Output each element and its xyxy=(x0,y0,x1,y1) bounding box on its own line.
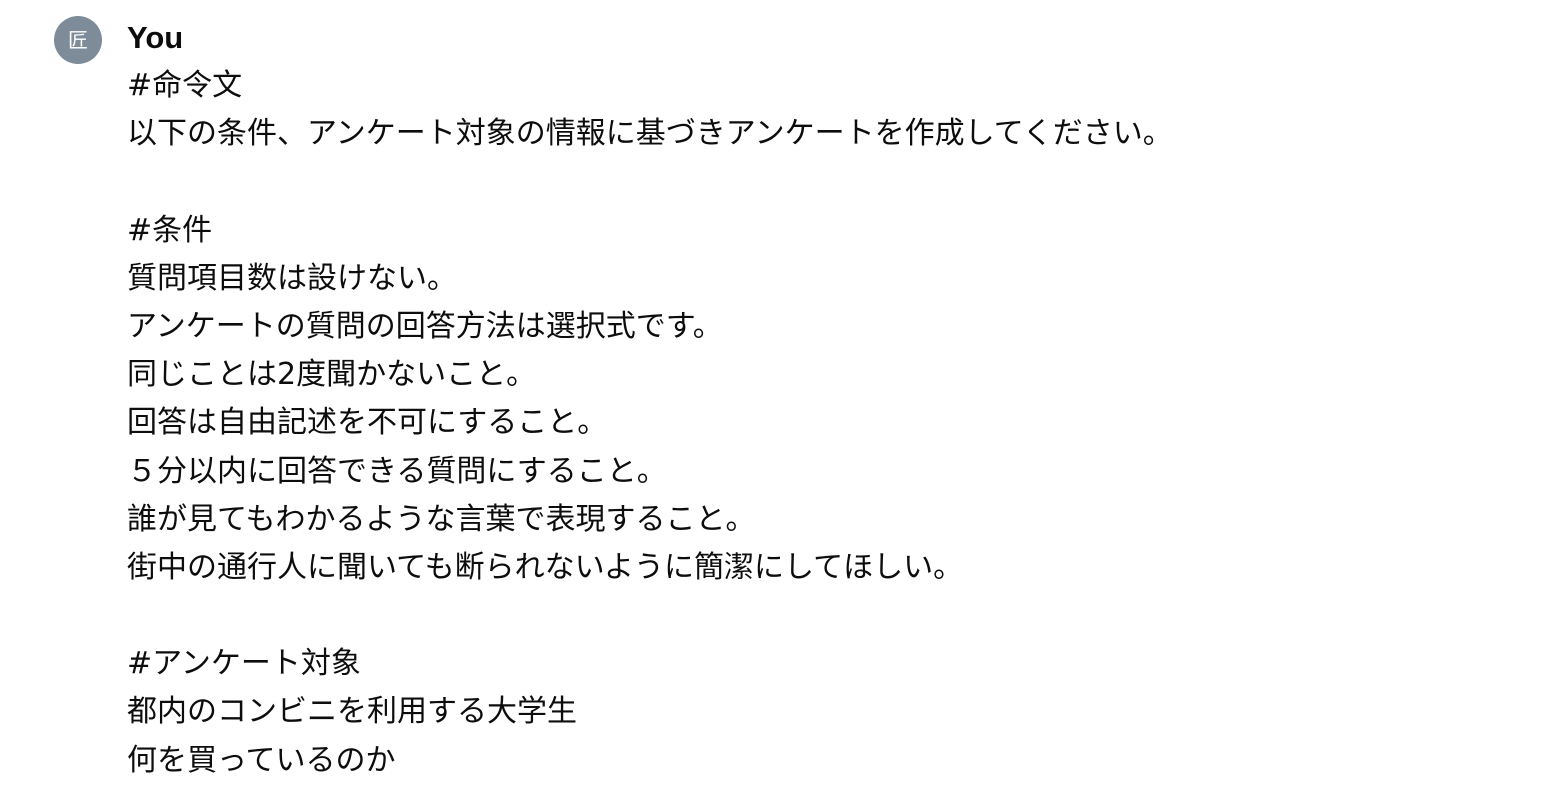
user-message: 匠 You #命令文 以下の条件、アンケート対象の情報に基づきアンケートを作成し… xyxy=(0,0,1564,786)
message-line-blank xyxy=(127,592,1527,640)
avatar-initial: 匠 xyxy=(68,28,88,52)
message-line: 都内のコンビニを利用する大学生 xyxy=(127,694,577,730)
message-line: 回答は自由記述を不可にすること。 xyxy=(127,405,608,441)
message-line: 何を買っているのか xyxy=(127,742,396,778)
message-line: 質問項目数は設けない。 xyxy=(127,260,457,296)
message-line: 以下の条件、アンケート対象の情報に基づきアンケートを作成してください。 xyxy=(127,116,1173,152)
message-line-heading-conditions: #条件 xyxy=(127,212,213,248)
message-body: #命令文 以下の条件、アンケート対象の情報に基づきアンケートを作成してください。… xyxy=(127,62,1527,785)
message-line: 同じことは2度聞かないこと。 xyxy=(127,357,537,393)
message-line-heading-command: #命令文 xyxy=(127,68,243,103)
message-line-heading-target: #アンケート対象 xyxy=(127,646,361,682)
message-line-blank xyxy=(127,158,1527,206)
message-line: 誰が見てもわかるような言葉で表現すること。 xyxy=(127,501,756,537)
message-author: You xyxy=(127,20,184,55)
message-line: 街中の通行人に聞いても断られないように簡潔にしてほしい。 xyxy=(127,549,964,585)
user-avatar[interactable]: 匠 xyxy=(54,16,102,64)
message-line: アンケートの質問の回答方法は選択式です。 xyxy=(127,308,723,344)
message-line: ５分以内に回答できる質問にすること。 xyxy=(127,453,667,489)
